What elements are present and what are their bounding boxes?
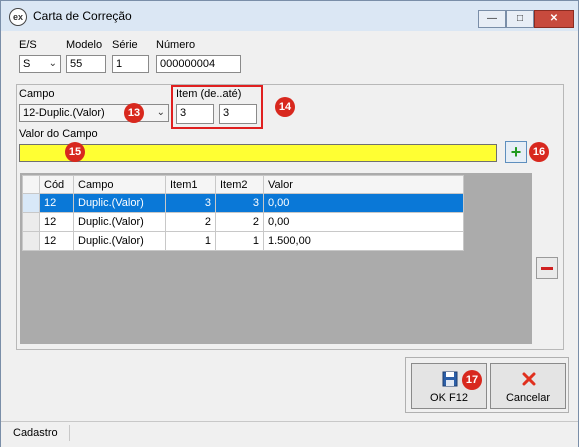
valor-field[interactable] [19, 144, 497, 162]
ok-button-label: OK F12 [430, 392, 468, 404]
grid-cell-item1[interactable]: 3 [165, 193, 216, 213]
title-bar: ex Carta de Correção — □ ✕ [1, 1, 578, 31]
campo-select[interactable]: 12-Duplic.(Valor) ⌄ [19, 104, 169, 122]
campo-value: 12-Duplic.(Valor) [23, 107, 105, 119]
callout-badge-15: 15 [65, 142, 85, 162]
close-button[interactable]: ✕ [534, 10, 574, 28]
item-from-field[interactable]: 3 [176, 104, 214, 124]
callout-badge-13: 13 [124, 103, 144, 123]
row-indicator[interactable] [22, 193, 40, 213]
chevron-down-icon: ⌄ [48, 58, 57, 69]
table-row[interactable]: 12 Duplic.(Valor) 1 1 1.500,00 [22, 231, 464, 251]
grid-cell-cod[interactable]: 12 [39, 193, 74, 213]
numero-label: Número [156, 39, 196, 51]
callout-badge-14: 14 [275, 97, 295, 117]
grid-cell-item2[interactable]: 1 [215, 231, 264, 251]
numero-field[interactable]: 000000004 [156, 55, 241, 73]
grid-cell-valor[interactable]: 0,00 [263, 193, 464, 213]
campo-label: Campo [19, 88, 55, 100]
callout-badge-17: 17 [462, 370, 482, 390]
modelo-field[interactable]: 55 [66, 55, 106, 73]
grid-cell-cod[interactable]: 12 [39, 231, 74, 251]
status-tab-cadastro[interactable]: Cadastro [7, 425, 70, 441]
grid-cell-valor[interactable]: 1.500,00 [263, 231, 464, 251]
x-icon [522, 372, 536, 386]
es-value: S [23, 58, 31, 70]
table-row[interactable]: 12 Duplic.(Valor) 3 3 0,00 [22, 193, 464, 213]
grid-cell-campo[interactable]: Duplic.(Valor) [73, 193, 166, 213]
window-title: Carta de Correção [33, 9, 132, 23]
modelo-label: Modelo [66, 39, 103, 51]
grid-cell-valor[interactable]: 0,00 [263, 212, 464, 232]
grid-header-campo[interactable]: Campo [73, 175, 166, 194]
grid-header-item1[interactable]: Item1 [165, 175, 216, 194]
row-indicator[interactable] [22, 212, 40, 232]
callout-badge-16: 16 [529, 142, 549, 162]
grid-cell-campo[interactable]: Duplic.(Valor) [73, 231, 166, 251]
valor-label: Valor do Campo [19, 128, 98, 140]
maximize-button[interactable]: □ [506, 10, 534, 28]
item-label: Item (de..até) [176, 88, 242, 100]
row-indicator[interactable] [22, 231, 40, 251]
app-icon: ex [9, 8, 27, 26]
grid-indicator-header [22, 175, 40, 194]
serie-label: Série [112, 39, 138, 51]
grid-header-item2[interactable]: Item2 [215, 175, 264, 194]
grid-header-cod[interactable]: Cód [39, 175, 74, 194]
floppy-disk-icon [442, 371, 458, 387]
minus-icon [541, 267, 553, 270]
corrections-grid[interactable]: Cód Campo Item1 Item2 Valor 12 Duplic.(V… [22, 175, 464, 251]
cancel-button[interactable]: Cancelar [490, 363, 566, 409]
remove-button[interactable] [536, 257, 558, 279]
table-row[interactable]: 12 Duplic.(Valor) 2 2 0,00 [22, 212, 464, 232]
grid-cell-item1[interactable]: 1 [165, 231, 216, 251]
chevron-down-icon: ⌄ [156, 107, 165, 118]
correction-letter-window: ex Carta de Correção — □ ✕ E/S S ⌄ Model… [0, 0, 579, 447]
status-bar [1, 421, 578, 447]
plus-icon: + [510, 142, 522, 162]
es-select[interactable]: S ⌄ [19, 55, 61, 73]
grid-cell-item2[interactable]: 2 [215, 212, 264, 232]
grid-header-valor[interactable]: Valor [263, 175, 464, 194]
add-button[interactable]: + [505, 141, 527, 163]
grid-cell-item2[interactable]: 3 [215, 193, 264, 213]
grid-cell-item1[interactable]: 2 [165, 212, 216, 232]
minimize-button[interactable]: — [478, 10, 506, 28]
grid-cell-cod[interactable]: 12 [39, 212, 74, 232]
item-to-field[interactable]: 3 [219, 104, 257, 124]
grid-cell-campo[interactable]: Duplic.(Valor) [73, 212, 166, 232]
es-label: E/S [19, 39, 37, 51]
cancel-button-label: Cancelar [505, 392, 551, 404]
serie-field[interactable]: 1 [112, 55, 149, 73]
